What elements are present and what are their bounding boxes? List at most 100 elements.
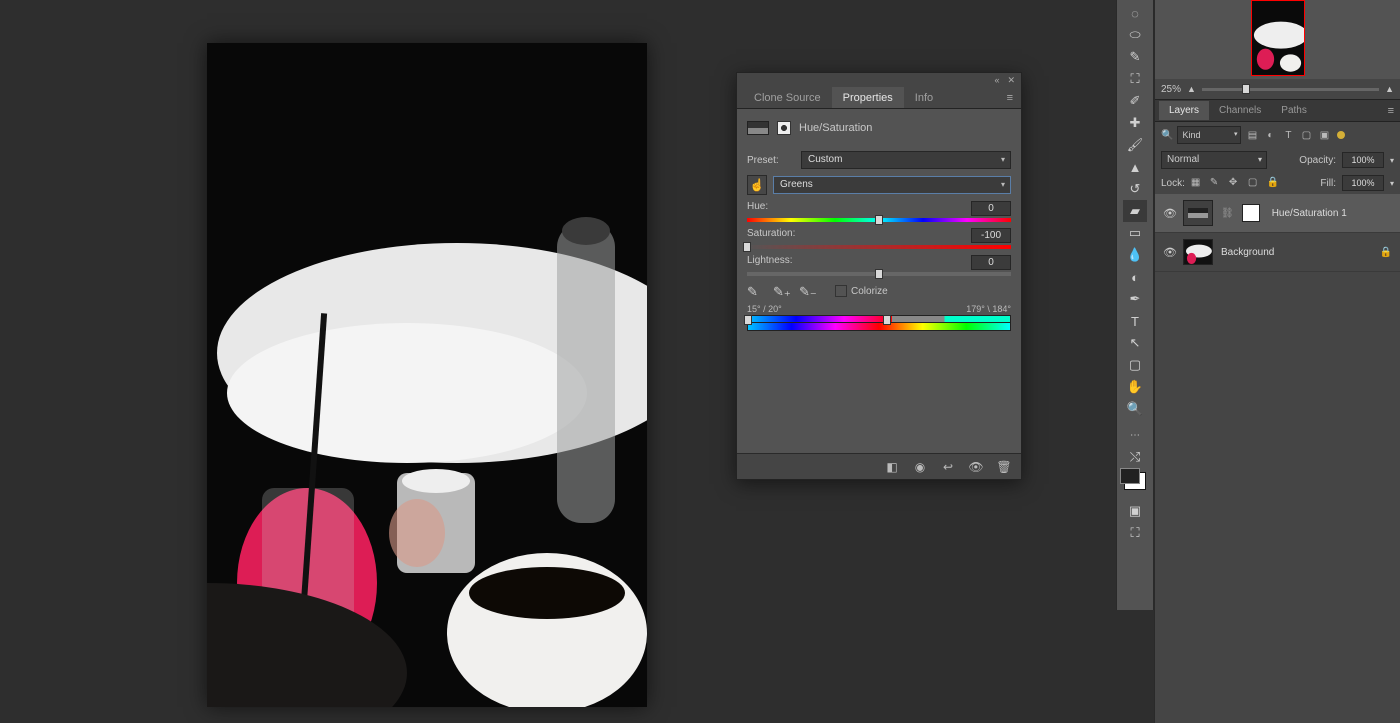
lock-position-icon[interactable]: ✥	[1229, 177, 1242, 190]
healing-tool-icon[interactable]: ✚	[1123, 112, 1147, 134]
filter-toggle[interactable]	[1337, 131, 1345, 139]
layer-name[interactable]: Background	[1221, 247, 1274, 258]
blur-tool-icon[interactable]: 💧	[1123, 244, 1147, 266]
marquee-tool-icon[interactable]: ◌	[1123, 2, 1147, 24]
colorize-label: Colorize	[851, 286, 888, 297]
lock-icon[interactable]: 🔒	[1380, 247, 1392, 258]
zoom-tool-icon[interactable]: 🔍	[1123, 398, 1147, 420]
document-image	[207, 43, 647, 707]
pen-tool-icon[interactable]: ✒	[1123, 288, 1147, 310]
shape-tool-icon[interactable]: ▢	[1123, 354, 1147, 376]
opacity-value[interactable]: 100%	[1342, 152, 1384, 168]
hue-slider-thumb[interactable]	[875, 215, 883, 225]
preset-label: Preset:	[747, 155, 795, 166]
fill-flyout-icon[interactable]: ▾	[1390, 179, 1394, 188]
preset-dropdown[interactable]: Custom	[801, 151, 1011, 169]
gradient-tool-icon[interactable]: ▭	[1123, 222, 1147, 244]
visibility-icon[interactable]: 👁	[1163, 246, 1175, 259]
link-icon[interactable]: ⛓	[1221, 208, 1234, 219]
eraser-tool-icon[interactable]: ▰	[1123, 200, 1147, 222]
layers-panel-menu-icon[interactable]: ≡	[1388, 105, 1400, 117]
visibility-icon[interactable]: 👁	[1163, 207, 1175, 220]
lightness-slider-thumb[interactable]	[875, 269, 883, 279]
tab-properties[interactable]: Properties	[832, 87, 904, 108]
lightness-value[interactable]: 0	[971, 255, 1011, 270]
zoom-value[interactable]: 25%	[1161, 84, 1181, 95]
eyedropper-tool-icon[interactable]: ✐	[1123, 90, 1147, 112]
filter-adjust-icon[interactable]: ◐	[1263, 128, 1277, 142]
kind-dropdown[interactable]: Kind	[1177, 126, 1241, 144]
toggle-visibility-icon[interactable]: 👁	[969, 460, 983, 474]
tab-layers[interactable]: Layers	[1159, 101, 1209, 120]
eyedropper-subtract-icon[interactable]: ✎₋	[799, 284, 813, 298]
zoom-slider-thumb[interactable]	[1242, 84, 1250, 94]
hand-tool-icon[interactable]: ✋	[1123, 376, 1147, 398]
document-canvas[interactable]	[207, 43, 647, 707]
quick-select-tool-icon[interactable]: ✎	[1123, 46, 1147, 68]
range-handle-2[interactable]	[883, 315, 891, 325]
filter-type-icon[interactable]: T	[1281, 128, 1295, 142]
mask-icon[interactable]	[777, 121, 791, 135]
tab-info[interactable]: Info	[904, 87, 944, 108]
screen-mode-icon[interactable]: ⛶	[1123, 522, 1147, 544]
lightness-slider[interactable]	[747, 272, 1011, 276]
saturation-slider-thumb[interactable]	[743, 242, 751, 252]
filter-pixel-icon[interactable]: ▤	[1245, 128, 1259, 142]
path-select-tool-icon[interactable]: ↖	[1123, 332, 1147, 354]
lock-pixels-icon[interactable]: ✎	[1210, 177, 1223, 190]
close-icon[interactable]: ✕	[1007, 75, 1015, 86]
color-swatch[interactable]	[1124, 472, 1146, 490]
lock-artboard-icon[interactable]: ▢	[1248, 177, 1261, 190]
lock-transparency-icon[interactable]: ▦	[1191, 177, 1204, 190]
stamp-tool-icon[interactable]: ▲	[1123, 156, 1147, 178]
colorize-checkbox[interactable]	[835, 285, 847, 297]
tab-paths[interactable]: Paths	[1271, 101, 1317, 120]
channel-dropdown[interactable]: Greens	[773, 176, 1011, 194]
color-range-bar[interactable]	[747, 315, 1011, 323]
swap-colors-icon[interactable]: ⤭	[1123, 446, 1147, 468]
history-brush-icon[interactable]: ↺	[1123, 178, 1147, 200]
eyedropper-add-icon[interactable]: ✎₊	[773, 284, 787, 298]
dodge-tool-icon[interactable]: ◐	[1123, 266, 1147, 288]
range-handle-1[interactable]	[744, 315, 752, 325]
view-previous-icon[interactable]: ◉	[913, 460, 927, 474]
layer-mask-thumbnail[interactable]	[1242, 204, 1260, 222]
blend-mode-dropdown[interactable]: Normal	[1161, 151, 1267, 169]
crop-tool-icon[interactable]: ⛶	[1123, 68, 1147, 90]
tab-clone-source[interactable]: Clone Source	[743, 87, 832, 108]
reset-icon[interactable]: ↩	[941, 460, 955, 474]
toolbar-menu-icon[interactable]: ⋯	[1123, 424, 1147, 446]
layer-thumbnail[interactable]	[1183, 239, 1213, 265]
lasso-tool-icon[interactable]: ⬭	[1123, 24, 1147, 46]
eyedropper-icon[interactable]: ✎	[747, 284, 761, 298]
hue-value[interactable]: 0	[971, 201, 1011, 216]
properties-tabs: Clone Source Properties Info ≡	[737, 87, 1021, 109]
lock-all-icon[interactable]: 🔒	[1267, 177, 1280, 190]
saturation-slider[interactable]	[747, 245, 1011, 249]
layer-thumbnail[interactable]	[1183, 200, 1213, 226]
filter-shape-icon[interactable]: ▢	[1299, 128, 1313, 142]
tab-channels[interactable]: Channels	[1209, 101, 1271, 120]
clip-to-layer-icon[interactable]: ◧	[885, 460, 899, 474]
type-tool-icon[interactable]: T	[1123, 310, 1147, 332]
saturation-label: Saturation:	[747, 228, 795, 243]
targeted-adjustment-icon[interactable]: ☝	[747, 175, 767, 195]
collapse-icon[interactable]: «	[994, 75, 999, 85]
trash-icon[interactable]: 🗑	[997, 460, 1011, 474]
zoom-slider[interactable]	[1202, 88, 1379, 91]
hue-slider[interactable]	[747, 218, 1011, 222]
brush-tool-icon[interactable]: 🖌	[1123, 134, 1147, 156]
layer-row[interactable]: 👁 ⛓ Hue/Saturation 1	[1155, 194, 1400, 233]
panel-menu-icon[interactable]: ≡	[999, 87, 1021, 108]
fill-value[interactable]: 100%	[1342, 175, 1384, 191]
layer-row[interactable]: 👁 Background 🔒	[1155, 233, 1400, 272]
layer-name[interactable]: Hue/Saturation 1	[1272, 208, 1347, 219]
quickmask-icon[interactable]: ▣	[1123, 500, 1147, 522]
navigator-thumbnail[interactable]	[1251, 0, 1305, 76]
filter-smart-icon[interactable]: ▣	[1317, 128, 1331, 142]
saturation-value[interactable]: -100	[971, 228, 1011, 243]
zoom-out-icon[interactable]: ▲	[1187, 84, 1196, 94]
search-icon[interactable]: 🔍	[1161, 130, 1173, 141]
opacity-flyout-icon[interactable]: ▾	[1390, 156, 1394, 165]
zoom-in-icon[interactable]: ▲	[1385, 84, 1394, 94]
